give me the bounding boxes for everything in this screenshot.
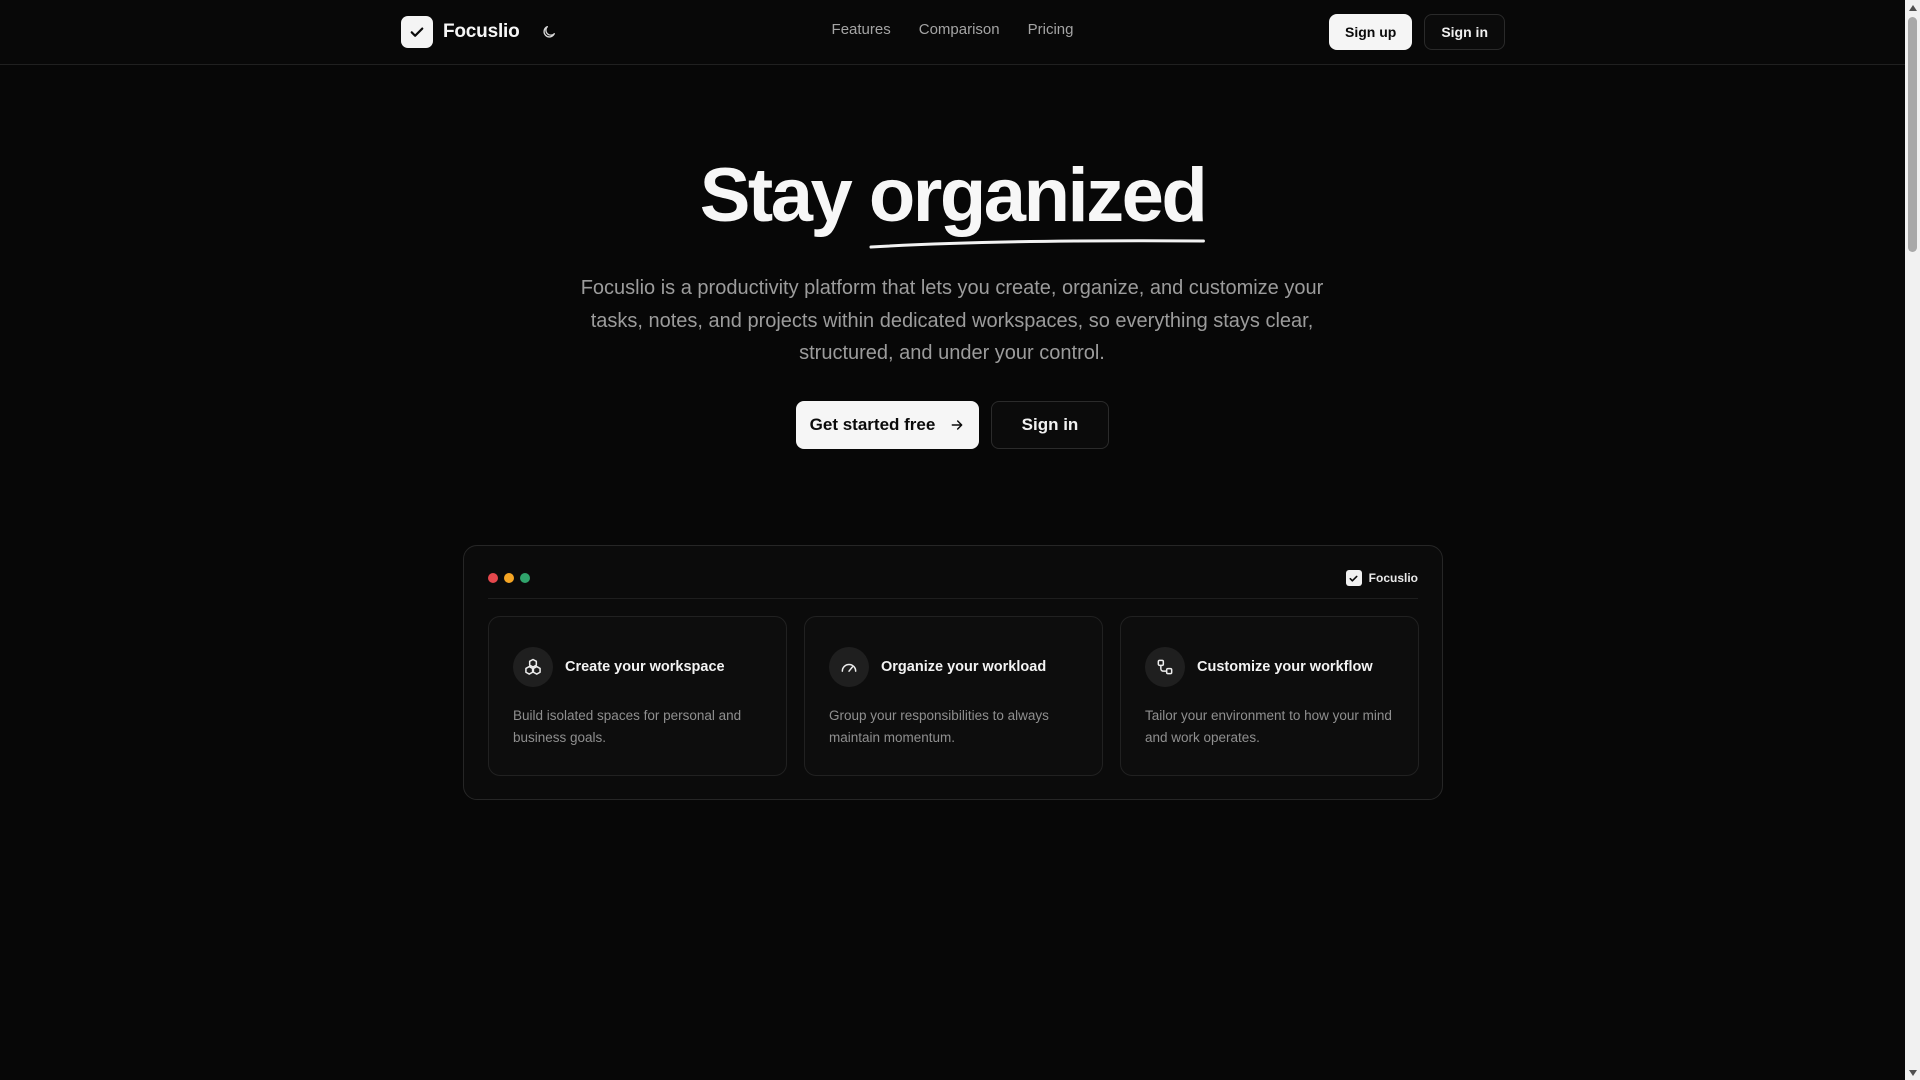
- red-dot: [488, 573, 498, 583]
- card-description: Build isolated spaces for personal and b…: [513, 708, 742, 745]
- main-nav: Features Comparison Pricing: [0, 21, 1905, 38]
- card-head: Create your workspace: [513, 647, 762, 687]
- nav-pricing[interactable]: Pricing: [1028, 21, 1074, 38]
- get-started-button[interactable]: Get started free: [796, 401, 979, 449]
- card-description: Group your responsibilities to always ma…: [829, 708, 1049, 745]
- hero-title: Stay organized: [0, 158, 1905, 249]
- preview-brand-name: Focuslio: [1368, 571, 1418, 585]
- vertical-scrollbar[interactable]: [1905, 0, 1920, 1080]
- preview-brand: Focuslio: [1345, 570, 1418, 586]
- hero-description: Focuslio is a productivity platform that…: [580, 277, 1324, 364]
- card-head: Organize your workload: [829, 647, 1078, 687]
- card-title: Organize your workload: [881, 659, 1047, 675]
- hero-ctas: Get started free Sign in: [0, 401, 1905, 449]
- arrow-right-icon: [951, 420, 963, 430]
- hero-title-highlight: organized: [869, 158, 1208, 249]
- feature-card-workspace: Create your workspace Build isolated spa…: [488, 616, 787, 776]
- nav-features[interactable]: Features: [832, 21, 891, 38]
- green-dot: [520, 573, 530, 583]
- preview-titlebar: Focuslio: [488, 546, 1418, 599]
- scroll-down-arrow-icon[interactable]: [1905, 1065, 1920, 1080]
- window-dots: [488, 573, 530, 583]
- scroll-up-arrow-icon[interactable]: [1905, 0, 1920, 15]
- header-actions: Sign up Sign in: [1329, 14, 1505, 50]
- top-header: Focuslio Features Comparison Pricing Sig…: [0, 0, 1905, 65]
- card-description: Tailor your environment to how your mind…: [1145, 708, 1392, 745]
- hero-signin-button[interactable]: Sign in: [991, 401, 1109, 449]
- feature-cards: Create your workspace Build isolated spa…: [488, 616, 1419, 776]
- workflow-icon: [1145, 647, 1185, 687]
- yellow-dot: [504, 573, 514, 583]
- get-started-label: Get started free: [809, 415, 936, 434]
- check-logo-icon: [1345, 570, 1362, 586]
- hero-title-part1: Stay: [699, 153, 853, 238]
- nav-comparison[interactable]: Comparison: [919, 21, 1000, 38]
- card-head: Customize your workflow: [1145, 647, 1394, 687]
- card-title: Customize your workflow: [1197, 659, 1373, 675]
- feature-card-workload: Organize your workload Group your respon…: [804, 616, 1103, 776]
- card-title: Create your workspace: [565, 659, 725, 675]
- workspace-icon: [513, 647, 553, 687]
- landing-page: Focuslio Features Comparison Pricing Sig…: [0, 0, 1920, 1080]
- signin-button[interactable]: Sign in: [1424, 14, 1505, 50]
- hero-title-highlight-text: organized: [868, 153, 1208, 238]
- gauge-icon: [829, 647, 869, 687]
- app-preview-window: Focuslio Create your workspace Build iso…: [463, 545, 1443, 800]
- underline-squiggle: [869, 239, 1205, 249]
- scroll-thumb[interactable]: [1908, 17, 1917, 252]
- signup-button[interactable]: Sign up: [1329, 14, 1413, 50]
- feature-card-workflow: Customize your workflow Tailor your envi…: [1120, 616, 1419, 776]
